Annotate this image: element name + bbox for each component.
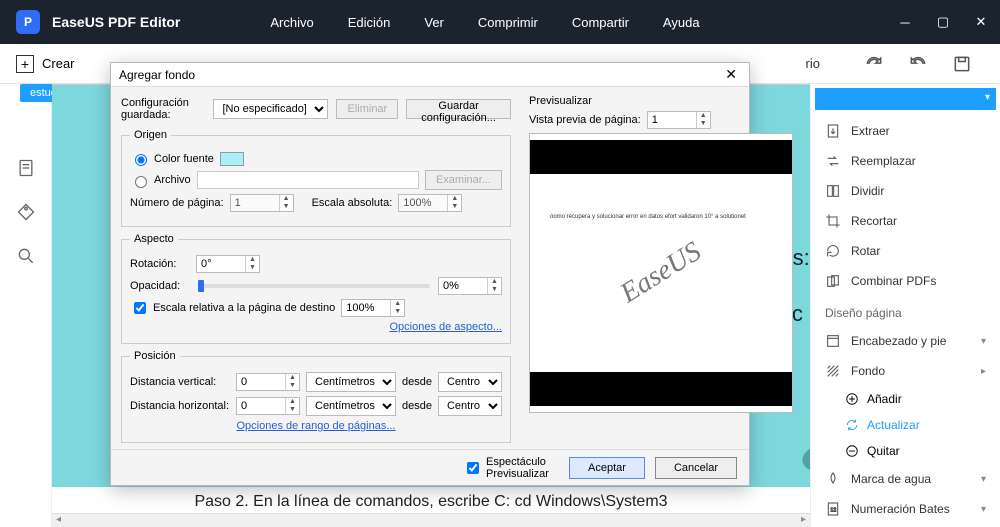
- sidebar-item-encabezado[interactable]: Encabezado y pie▾: [811, 326, 1000, 356]
- right-sidebar: Extraer Reemplazar Dividir Recortar Rota…: [810, 84, 1000, 527]
- horizontal-scrollbar[interactable]: [52, 513, 810, 527]
- create-label: Crear: [42, 56, 75, 71]
- abs-scale-spinner[interactable]: ▲▼: [398, 194, 462, 212]
- sidebar-dropdown[interactable]: [815, 88, 996, 110]
- app-name: EaseUS PDF Editor: [52, 14, 180, 30]
- color-swatch[interactable]: [220, 152, 244, 166]
- preview-canvas: óomo recupera y solucionar error en dato…: [529, 133, 793, 413]
- sidebar-item-reemplazar[interactable]: Reemplazar: [811, 146, 1000, 176]
- file-source-radio[interactable]: [135, 176, 147, 188]
- aspect-options-link[interactable]: Opciones de aspecto...: [389, 321, 502, 333]
- origin-fieldset: Origen Color fuente Archivo Examinar... …: [121, 129, 511, 227]
- main-menu: Archivo Edición Ver Comprimir Compartir …: [270, 15, 699, 30]
- vdist-unit-select[interactable]: Centímetros: [306, 372, 396, 392]
- sidebar-item-rotar[interactable]: Rotar: [811, 236, 1000, 266]
- search-icon[interactable]: [16, 246, 36, 266]
- saved-config-label: Configuración guardada:: [121, 97, 205, 121]
- page-icon[interactable]: [16, 158, 36, 178]
- preview-watermark: EaseUS: [615, 236, 707, 310]
- left-rail: [0, 84, 52, 527]
- file-path-input[interactable]: [197, 171, 419, 189]
- app-logo-icon: P: [16, 10, 40, 34]
- window-controls: ─ ▢ ✕: [886, 0, 1000, 44]
- show-preview-checkbox[interactable]: [467, 462, 479, 474]
- menu-ayuda[interactable]: Ayuda: [663, 15, 700, 30]
- sidebar-item-extraer[interactable]: Extraer: [811, 116, 1000, 146]
- tag-icon[interactable]: [16, 202, 36, 222]
- plus-icon: +: [16, 55, 34, 73]
- hdist-from-select[interactable]: Centro: [438, 396, 502, 416]
- preview-legend: Previsualizar: [529, 95, 793, 107]
- sidebar-item-marca[interactable]: Marca de agua▾: [811, 464, 1000, 494]
- color-source-radio[interactable]: [135, 154, 147, 166]
- sidebar-item-dividir[interactable]: Dividir: [811, 176, 1000, 206]
- sidebar-item-fondo[interactable]: Fondo▸: [811, 356, 1000, 386]
- title-bar: P EaseUS PDF Editor Archivo Edición Ver …: [0, 0, 1000, 44]
- sidebar-section-diseno: Diseño página: [811, 296, 1000, 326]
- redo-icon[interactable]: [864, 54, 884, 74]
- page-number-spinner[interactable]: ▲▼: [230, 194, 294, 212]
- menu-archivo[interactable]: Archivo: [270, 15, 313, 30]
- rotation-spinner[interactable]: ▲▼: [196, 255, 260, 273]
- menu-ver[interactable]: Ver: [424, 15, 444, 30]
- dialog-title: Agregar fondo: [119, 68, 195, 82]
- close-icon[interactable]: ✕: [962, 0, 1000, 44]
- dialog-titlebar: Agregar fondo ✕: [111, 63, 749, 87]
- opacity-slider[interactable]: [198, 284, 430, 288]
- hdist-spinner[interactable]: ▲▼: [236, 397, 300, 415]
- vdist-spinner[interactable]: ▲▼: [236, 373, 300, 391]
- undo-icon[interactable]: [908, 54, 928, 74]
- relative-scale-spinner[interactable]: ▲▼: [341, 299, 405, 317]
- svg-text:12: 12: [830, 508, 836, 514]
- cancel-button[interactable]: Cancelar: [655, 457, 737, 479]
- chevron-down-icon: ▾: [981, 336, 986, 347]
- vdist-from-select[interactable]: Centro: [438, 372, 502, 392]
- relative-scale-checkbox[interactable]: [134, 302, 146, 314]
- delete-config-button[interactable]: Eliminar: [336, 99, 398, 119]
- create-button[interactable]: + Crear: [10, 51, 81, 77]
- sidebar-sub-quitar[interactable]: Quitar: [811, 438, 1000, 464]
- save-icon[interactable]: [952, 54, 972, 74]
- hdist-unit-select[interactable]: Centímetros: [306, 396, 396, 416]
- preview-page-spinner[interactable]: ▲▼: [647, 111, 711, 129]
- sidebar-sub-anadir[interactable]: Añadir: [811, 386, 1000, 412]
- maximize-icon[interactable]: ▢: [924, 0, 962, 44]
- minimize-icon[interactable]: ─: [886, 0, 924, 44]
- aspect-fieldset: Aspecto Rotación: ▲▼ Opacidad: ▲▼ Escala…: [121, 233, 511, 344]
- add-background-dialog: Agregar fondo ✕ Configuración guardada: …: [110, 62, 750, 486]
- hidden-tab-text: rio: [806, 56, 820, 71]
- sidebar-item-recortar[interactable]: Recortar: [811, 206, 1000, 236]
- save-config-button[interactable]: Guardar configuración...: [406, 99, 511, 119]
- sidebar-sub-actualizar[interactable]: Actualizar: [811, 412, 1000, 438]
- position-fieldset: Posición Distancia vertical: ▲▼ Centímet…: [121, 350, 511, 443]
- sidebar-item-combinar[interactable]: Combinar PDFs: [811, 266, 1000, 296]
- chevron-right-icon: ▸: [981, 366, 986, 377]
- page-range-link[interactable]: Opciones de rango de páginas...: [236, 420, 395, 432]
- menu-comprimir[interactable]: Comprimir: [478, 15, 538, 30]
- menu-compartir[interactable]: Compartir: [572, 15, 629, 30]
- sidebar-item-bates[interactable]: 12Numeración Bates▾: [811, 494, 1000, 524]
- menu-edicion[interactable]: Edición: [348, 15, 391, 30]
- opacity-spinner[interactable]: ▲▼: [438, 277, 502, 295]
- saved-config-select[interactable]: [No especificado]: [213, 99, 328, 119]
- browse-button[interactable]: Examinar...: [425, 170, 502, 190]
- accept-button[interactable]: Aceptar: [569, 457, 645, 479]
- dialog-close-icon[interactable]: ✕: [721, 66, 741, 83]
